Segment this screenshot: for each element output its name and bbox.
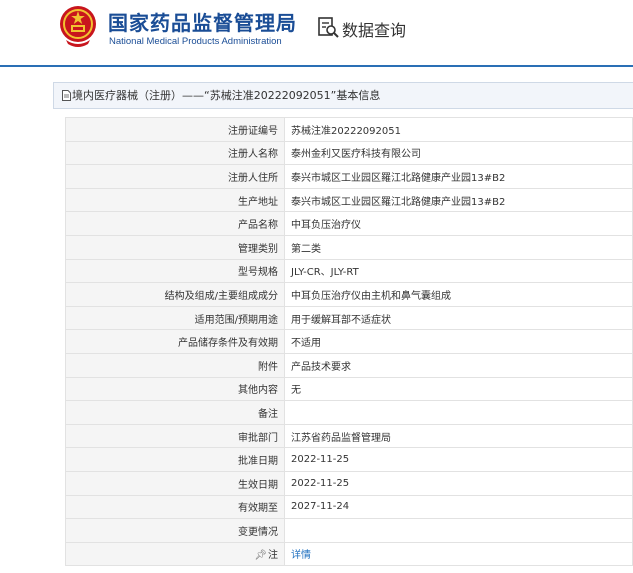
table-row: 审批部门 江苏省药品监督管理局 <box>65 423 633 449</box>
table-row: 管理类别 第二类 <box>65 234 633 260</box>
data-search-title[interactable]: 数据查询 <box>342 17 406 41</box>
row-label: 变更情况 <box>65 518 285 543</box>
row-label: 有效期至 <box>65 494 285 520</box>
note-row: 📌︎注 详情 <box>65 541 633 567</box>
note-value-cell: 详情 <box>284 541 633 567</box>
document-icon <box>62 90 71 101</box>
national-emblem-icon <box>60 6 96 47</box>
site-subtitle: National Medical Products Administration <box>109 36 282 47</box>
table-row: 注册人名称 泰州金利又医疗科技有限公司 <box>65 140 633 166</box>
row-label: 产品名称 <box>65 211 285 236</box>
row-value: 中耳负压治疗仪由主机和鼻气囊组成 <box>284 282 633 307</box>
details-link[interactable]: 详情 <box>291 550 311 561</box>
row-value: 江苏省药品监督管理局 <box>284 423 633 449</box>
row-label: 其他内容 <box>65 376 285 402</box>
site-header: 国家药品监督管理局 National Medical Products Admi… <box>0 0 633 67</box>
table-row: 其他内容无 <box>65 376 633 402</box>
row-value: 产品技术要求 <box>284 352 633 378</box>
row-value: 第二类 <box>284 234 633 260</box>
row-value: 2027-11-24 <box>284 494 633 520</box>
row-label: 适用范围/预期用途 <box>65 305 285 331</box>
row-label: 管理类别 <box>65 234 285 260</box>
table-row: 产品名称 中耳负压治疗仪 <box>65 211 633 236</box>
row-value: JLY-CR、JLY-RT <box>284 258 633 284</box>
note-label: 注 <box>268 550 278 562</box>
row-value <box>284 400 633 425</box>
row-value: 泰兴市城区工业园区羅江北路健康产业园13#B2 <box>284 164 633 189</box>
row-label: 批准日期 <box>65 447 285 472</box>
row-label: 注册证编号 <box>65 117 285 142</box>
row-label: 型号规格 <box>65 258 285 284</box>
row-value: 无 <box>284 376 633 402</box>
info-table: 注册证编号 苏械注准20222092051 注册人名称 泰州金利又医疗科技有限公司 注册… <box>65 117 633 567</box>
table-row: 批准日期 2022-11-25 <box>65 447 633 472</box>
pin-icon: 📌︎ <box>254 550 267 562</box>
row-value: 用于缓解耳部不适症状 <box>284 305 633 331</box>
panel-title: 境内医疗器械（注册）——“苏械注准20222092051”基本信息 <box>53 82 633 109</box>
row-label: 生产地址 <box>65 187 285 213</box>
row-label: 注册人名称 <box>65 140 285 166</box>
panel-title-text: 境内医疗器械（注册）——“苏械注准20222092051”基本信息 <box>72 89 381 102</box>
row-label: 审批部门 <box>65 423 285 449</box>
table-row: 注册证编号 苏械注准20222092051 <box>65 117 633 142</box>
table-row: 备注 <box>65 400 633 425</box>
row-label: 备注 <box>65 400 285 425</box>
row-label: 注册人住所 <box>65 164 285 189</box>
table-row: 产品储存条件及有效期 不适用 <box>65 329 633 354</box>
row-label: 生效日期 <box>65 470 285 496</box>
row-label: 附件 <box>65 352 285 378</box>
table-row: 结构及组成/主要组成成分 中耳负压治疗仪由主机和鼻气囊组成 <box>65 282 633 307</box>
row-value <box>284 518 633 543</box>
table-row: 适用范围/预期用途 用于缓解耳部不适症状 <box>65 305 633 331</box>
row-label: 结构及组成/主要组成成分 <box>65 282 285 307</box>
site-title[interactable]: 国家药品监督管理局 <box>108 7 297 36</box>
table-row: 生产地址 泰兴市城区工业园区羅江北路健康产业园13#B2 <box>65 187 633 213</box>
table-row: 注册人住所 泰兴市城区工业园区羅江北路健康产业园13#B2 <box>65 164 633 189</box>
table-row: 生效日期 2022-11-25 <box>65 470 633 496</box>
header-divider <box>0 65 633 67</box>
table-row: 有效期至 2027-11-24 <box>65 494 633 520</box>
row-value: 泰兴市城区工业园区羅江北路健康产业园13#B2 <box>284 187 633 213</box>
row-value: 不适用 <box>284 329 633 354</box>
note-label-cell: 📌︎注 <box>65 541 285 567</box>
row-label: 产品储存条件及有效期 <box>65 329 285 354</box>
row-value: 2022-11-25 <box>284 470 633 496</box>
row-value: 中耳负压治疗仪 <box>284 211 633 236</box>
table-row: 附件 产品技术要求 <box>65 352 633 378</box>
row-value: 2022-11-25 <box>284 447 633 472</box>
data-search-icon <box>318 17 339 38</box>
detail-panel: 境内医疗器械（注册）——“苏械注准20222092051”基本信息 注册证编号苏… <box>53 82 633 573</box>
table-row: 型号规格 JLY-CR、JLY-RT <box>65 258 633 284</box>
row-value: 苏械注准20222092051 <box>284 117 633 142</box>
table-row: 变更情况 <box>65 518 633 543</box>
row-value: 泰州金利又医疗科技有限公司 <box>284 140 633 166</box>
